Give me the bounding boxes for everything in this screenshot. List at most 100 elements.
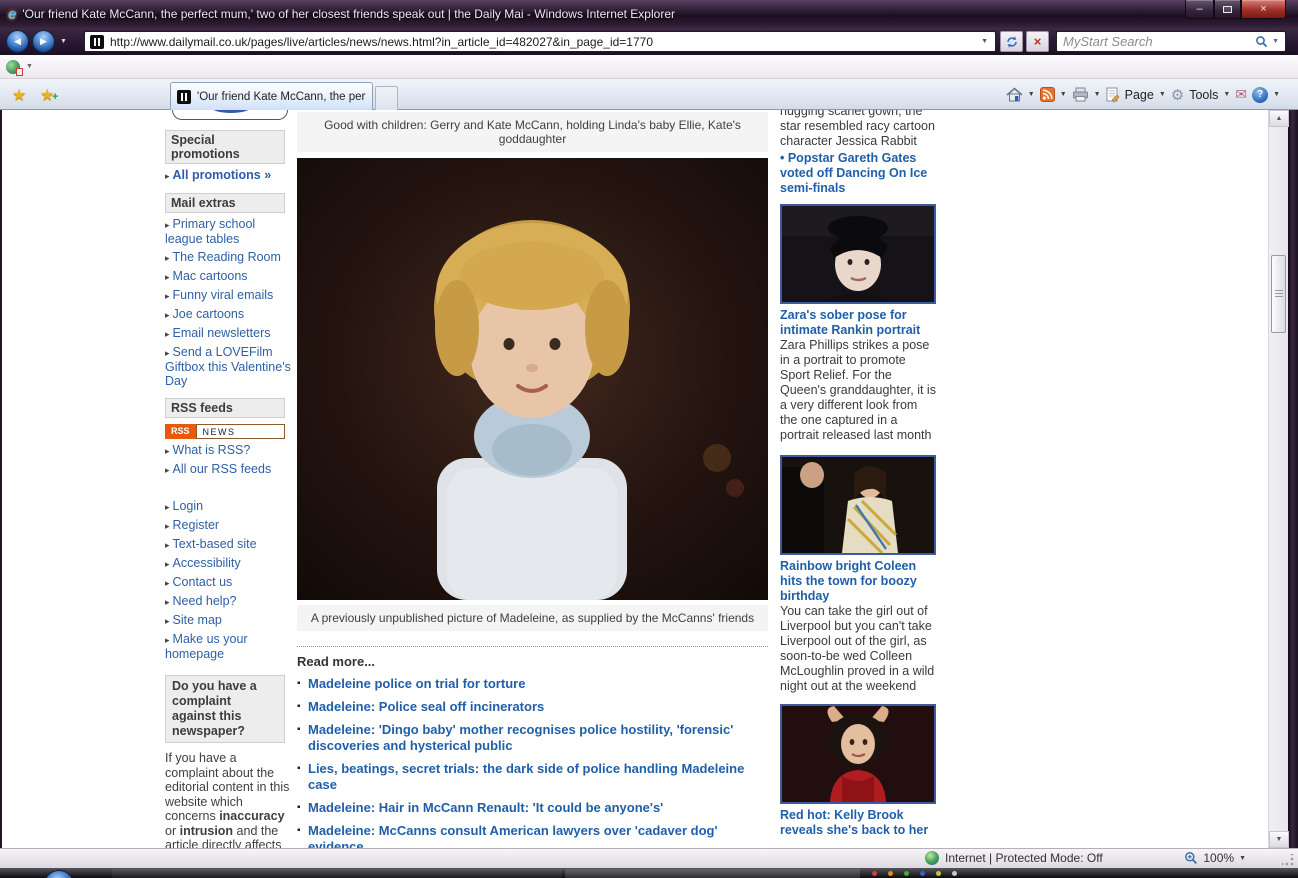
scroll-up-button[interactable]: ▲ bbox=[1269, 110, 1289, 127]
tools-menu-button[interactable]: Tools bbox=[1189, 88, 1218, 102]
read-more-link[interactable]: ▪Madeleine: McCanns consult American law… bbox=[297, 823, 768, 848]
forward-button[interactable]: ▶ bbox=[32, 30, 55, 53]
kelly-title[interactable]: Red hot: Kelly Brook reveals she's back … bbox=[780, 808, 937, 838]
read-more-link[interactable]: ▪Madeleine: Hair in McCann Renault: 'It … bbox=[297, 800, 768, 816]
rss-feeds-icon[interactable] bbox=[1040, 87, 1055, 102]
address-dropdown[interactable]: ▼ bbox=[979, 38, 990, 45]
pdf-converter-icon[interactable] bbox=[6, 60, 20, 74]
link-bullet-icon: ▸ bbox=[165, 521, 170, 531]
tray-icon[interactable] bbox=[888, 871, 893, 876]
tray-icon[interactable] bbox=[952, 871, 957, 876]
print-icon[interactable] bbox=[1072, 87, 1089, 102]
address-bar[interactable]: http://www.dailymail.co.uk/pages/live/ar… bbox=[84, 31, 996, 52]
help-dropdown[interactable]: ▼ bbox=[1273, 91, 1280, 98]
read-more-link[interactable]: ▪Madeleine police on trial for torture bbox=[297, 676, 768, 692]
sidebar-link[interactable]: ▸Register bbox=[165, 518, 292, 533]
search-icon[interactable] bbox=[1255, 35, 1268, 48]
page-menu-button[interactable]: Page bbox=[1125, 88, 1154, 102]
minimize-button[interactable]: – bbox=[1185, 0, 1214, 19]
taskbar-button[interactable] bbox=[112, 869, 562, 878]
stop-button[interactable]: × bbox=[1026, 31, 1049, 52]
zoom-level: 100% bbox=[1203, 851, 1234, 865]
read-more-label: Read more... bbox=[297, 654, 768, 669]
rss-news-badge[interactable]: RSS NEWS bbox=[165, 424, 285, 439]
tray-icon[interactable] bbox=[920, 871, 925, 876]
link-bullet-icon: ▸ bbox=[165, 446, 170, 456]
link-bullet-icon: ▸ bbox=[165, 220, 170, 230]
sidebar-link[interactable]: ▸Funny viral emails bbox=[165, 288, 292, 303]
home-icon[interactable] bbox=[1006, 87, 1023, 102]
close-button[interactable]: × bbox=[1241, 0, 1286, 19]
extension-dropdown[interactable]: ▼ bbox=[26, 63, 33, 70]
page-dropdown[interactable]: ▼ bbox=[1159, 91, 1166, 98]
sidebar-link[interactable]: ▸Text-based site bbox=[165, 537, 292, 552]
refresh-button[interactable] bbox=[1000, 31, 1023, 52]
rss-feeds-header: RSS feeds bbox=[165, 398, 285, 418]
url-text[interactable]: http://www.dailymail.co.uk/pages/live/ar… bbox=[110, 35, 979, 49]
tray-icon[interactable] bbox=[936, 871, 941, 876]
sidebar-link[interactable]: ▸Send a LOVEFilm Giftbox this Valentine'… bbox=[165, 345, 292, 388]
sidebar-link[interactable]: ▸Mac cartoons bbox=[165, 269, 292, 284]
rss-dropdown[interactable]: ▼ bbox=[1060, 91, 1067, 98]
sidebar-link[interactable]: ▸Need help? bbox=[165, 594, 292, 609]
zoom-control[interactable]: 100% ▼ bbox=[1184, 851, 1246, 865]
article-top-caption: Good with children: Gerry and Kate McCan… bbox=[297, 112, 768, 152]
rail-gareth-link[interactable]: • Popstar Gareth Gates voted off Dancing… bbox=[780, 151, 937, 196]
sidebar-link[interactable]: ▸Primary school league tables bbox=[165, 217, 292, 246]
print-dropdown[interactable]: ▼ bbox=[1094, 91, 1101, 98]
zara-photo[interactable] bbox=[780, 204, 936, 304]
back-icon: ◀ bbox=[14, 36, 21, 47]
sidebar-link[interactable]: ▸Contact us bbox=[165, 575, 292, 590]
sidebar-link[interactable]: ▸What is RSS? bbox=[165, 443, 292, 458]
favorites-center-button[interactable]: ★ bbox=[12, 85, 26, 105]
sidebar-link[interactable]: ▸Site map bbox=[165, 613, 292, 628]
scrollbar-thumb[interactable] bbox=[1271, 255, 1286, 333]
all-promotions-link[interactable]: ▸All promotions » bbox=[165, 168, 292, 183]
mail-icon[interactable]: ✉ bbox=[1235, 86, 1247, 103]
history-dropdown[interactable]: ▼ bbox=[60, 38, 67, 45]
sidebar-link[interactable]: ▸Login bbox=[165, 499, 292, 514]
tabs-bar: ★ ★ + 'Our friend Kate McCann, the perfe… bbox=[0, 79, 1298, 110]
sidebar-link[interactable]: ▸Make us your homepage bbox=[165, 632, 292, 661]
search-dropdown[interactable]: ▼ bbox=[1272, 38, 1279, 45]
coleen-text: You can take the girl out of Liverpool b… bbox=[780, 604, 937, 694]
coleen-title[interactable]: Rainbow bright Coleen hits the town for … bbox=[780, 559, 937, 604]
read-more-link[interactable]: ▪Madeleine: 'Dingo baby' mother recognis… bbox=[297, 722, 768, 754]
zara-title[interactable]: Zara's sober pose for intimate Rankin po… bbox=[780, 308, 937, 338]
coleen-photo[interactable] bbox=[780, 455, 936, 555]
sidebar-link[interactable]: ▸The Reading Room bbox=[165, 250, 292, 265]
tab-active[interactable]: 'Our friend Kate McCann, the perfect mum… bbox=[170, 82, 373, 110]
search-input[interactable]: MyStart Search bbox=[1063, 34, 1255, 49]
resize-grip[interactable] bbox=[1282, 854, 1294, 866]
back-button[interactable]: ◀ bbox=[6, 30, 29, 53]
home-dropdown[interactable]: ▼ bbox=[1028, 91, 1035, 98]
help-button[interactable]: ? bbox=[1252, 87, 1268, 103]
taskbar-button[interactable] bbox=[565, 869, 860, 878]
tab-title: 'Our friend Kate McCann, the perfect mum… bbox=[197, 91, 366, 103]
start-button[interactable] bbox=[44, 870, 74, 878]
read-more-link[interactable]: ▪Madeleine: Police seal off incinerators bbox=[297, 699, 768, 715]
page-icon bbox=[1106, 87, 1120, 103]
maximize-button[interactable] bbox=[1214, 0, 1241, 19]
search-box[interactable]: MyStart Search ▼ bbox=[1056, 31, 1286, 52]
new-tab-button[interactable] bbox=[375, 86, 398, 110]
tray-icon[interactable] bbox=[872, 871, 877, 876]
link-bullet-icon: ▸ bbox=[165, 540, 170, 550]
kelly-photo[interactable] bbox=[780, 704, 936, 804]
sidebar-link[interactable]: ▸Email newsletters bbox=[165, 326, 292, 341]
security-zone: Internet | Protected Mode: Off bbox=[925, 851, 1103, 865]
tray-icon[interactable] bbox=[904, 871, 909, 876]
zara-text: Zara Phillips strikes a pose in a portra… bbox=[780, 338, 937, 443]
mail-extras-header: Mail extras bbox=[165, 193, 285, 213]
square-bullet-icon: ▪ bbox=[297, 676, 301, 692]
sidebar-link[interactable]: ▸All our RSS feeds bbox=[165, 462, 292, 477]
sidebar-link[interactable]: ▸Joe cartoons bbox=[165, 307, 292, 322]
sidebar-search-widget-clipped[interactable] bbox=[172, 110, 288, 120]
read-more-link[interactable]: ▪Lies, beatings, secret trials: the dark… bbox=[297, 761, 768, 793]
scroll-down-button[interactable]: ▼ bbox=[1269, 831, 1289, 848]
zoom-dropdown[interactable]: ▼ bbox=[1239, 855, 1246, 862]
tools-dropdown[interactable]: ▼ bbox=[1223, 91, 1230, 98]
vertical-scrollbar[interactable]: ▲ ▼ bbox=[1268, 110, 1288, 848]
link-bullet-icon: ▸ bbox=[165, 291, 170, 301]
sidebar-link[interactable]: ▸Accessibility bbox=[165, 556, 292, 571]
